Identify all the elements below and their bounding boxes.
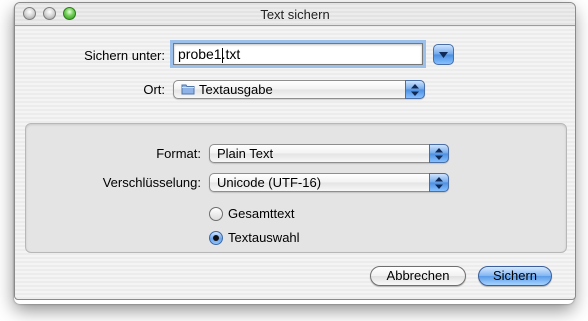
expand-browser-button[interactable]: [433, 44, 454, 65]
save-dialog: Text sichern Sichern unter: probe1.txt O…: [14, 2, 576, 300]
format-popup[interactable]: Plain Text: [209, 144, 449, 163]
popup-arrows-icon: [429, 173, 449, 192]
encoding-selected: Unicode (UTF-16): [217, 175, 322, 190]
popup-arrows-icon: [405, 80, 425, 99]
filename-input[interactable]: probe1.txt: [173, 43, 423, 65]
filename-text-before-cursor: probe1: [178, 46, 222, 62]
radio-selection[interactable]: [209, 231, 223, 245]
location-selected: Textausgabe: [199, 82, 273, 97]
location-popup[interactable]: Textausgabe: [173, 80, 425, 99]
encoding-popup[interactable]: Unicode (UTF-16): [209, 173, 449, 192]
radio-whole-text[interactable]: [209, 207, 223, 221]
radio-selection-label[interactable]: Textauswahl: [228, 230, 300, 245]
format-label: Format:: [156, 146, 201, 161]
cancel-button[interactable]: Abbrechen: [370, 266, 466, 286]
save-button[interactable]: Sichern: [478, 266, 552, 286]
filename-text-after-cursor: .txt: [221, 46, 241, 62]
folder-icon: [181, 84, 195, 95]
window-title: Text sichern: [260, 7, 330, 22]
title-bar: Text sichern: [15, 3, 575, 26]
encoding-label: Verschlüsselung:: [102, 175, 201, 190]
save-as-label: Sichern unter:: [84, 48, 165, 63]
chevron-down-icon: [439, 52, 448, 58]
location-label: Ort:: [143, 82, 165, 97]
popup-arrows-icon: [429, 144, 449, 163]
format-selected: Plain Text: [217, 146, 274, 161]
radio-whole-text-label[interactable]: Gesamttext: [228, 206, 294, 221]
